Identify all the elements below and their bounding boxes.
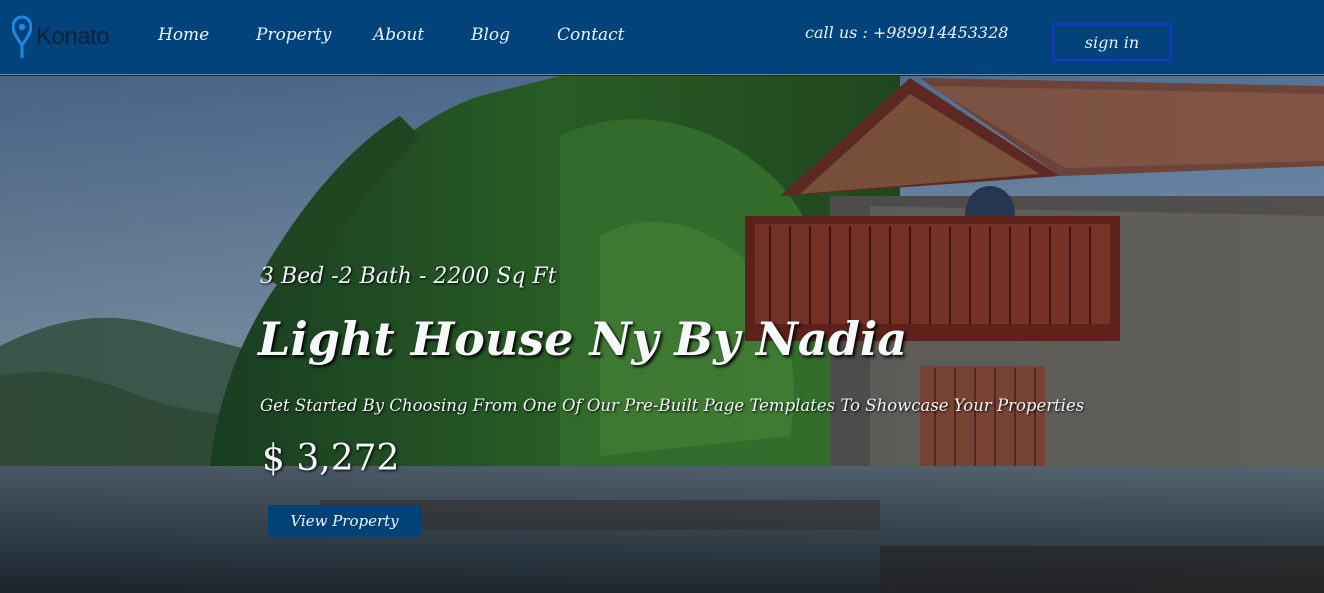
property-price: $ 3,272: [262, 438, 400, 479]
call-us-text: call us : +989914453328: [805, 23, 1009, 42]
property-title: Light House Ny By Nadia: [258, 312, 908, 366]
property-description: Get Started By Choosing From One Of Our …: [260, 396, 1085, 415]
nav-link-blog[interactable]: Blog: [471, 25, 557, 45]
nav-link-property[interactable]: Property: [256, 25, 373, 45]
property-specs: 3 Bed -2 Bath - 2200 Sq Ft: [260, 264, 557, 289]
nav-link-about[interactable]: About: [373, 25, 471, 45]
nav-link-home[interactable]: Home: [158, 25, 256, 45]
nav-link-contact[interactable]: Contact: [557, 25, 647, 45]
top-navbar: Konato Home Property About Blog Contact …: [0, 0, 1324, 75]
brand-logo[interactable]: Konato: [12, 14, 110, 60]
main-menu: Home Property About Blog Contact: [158, 25, 647, 45]
brand-name: Konato: [36, 23, 110, 50]
map-pin-icon: [12, 15, 32, 58]
hero-banner: 3 Bed -2 Bath - 2200 Sq Ft Light House N…: [0, 76, 1324, 593]
sign-in-button[interactable]: sign in: [1052, 23, 1172, 61]
view-property-button[interactable]: View Property: [268, 505, 421, 537]
